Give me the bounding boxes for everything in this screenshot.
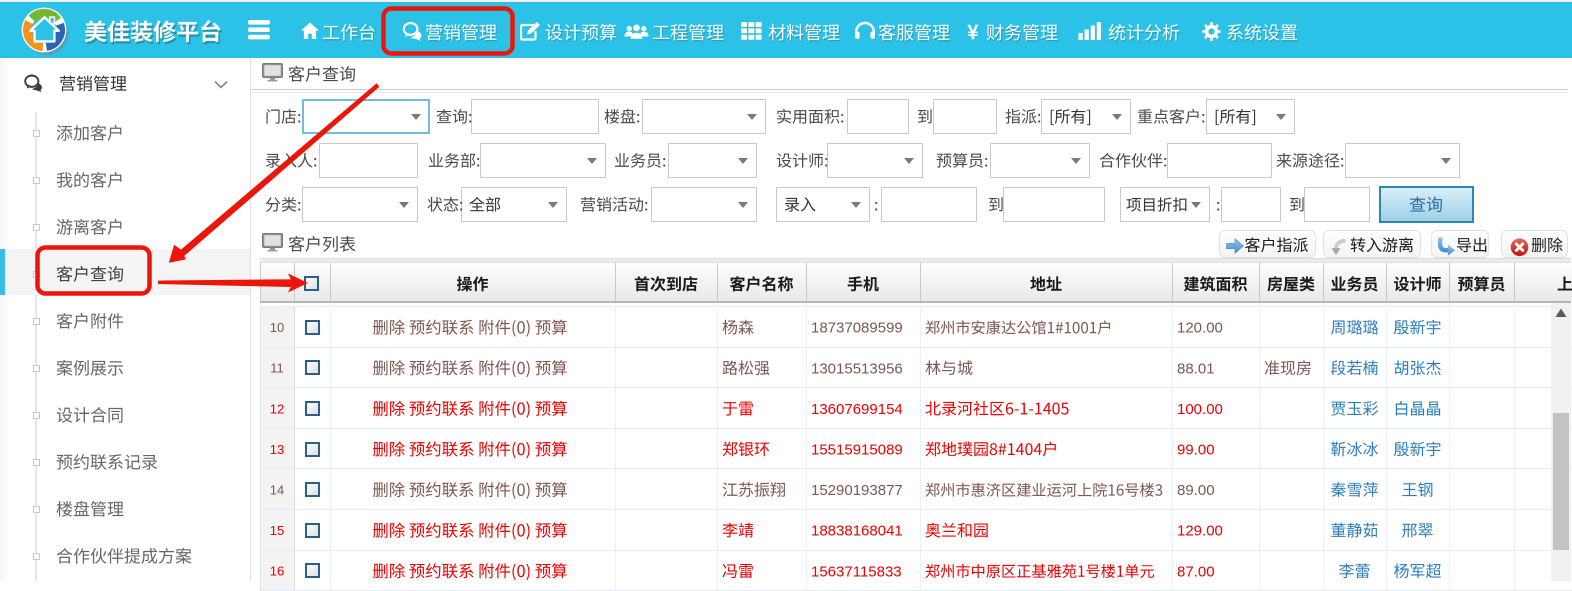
- svg-text:18737089599: 18737089599: [811, 320, 903, 337]
- svg-text:10: 10: [270, 320, 284, 335]
- svg-text:18838168041: 18838168041: [811, 523, 903, 540]
- svg-text:99.00: 99.00: [1177, 442, 1215, 459]
- svg-text:89.00: 89.00: [1177, 482, 1215, 499]
- svg-text:16: 16: [270, 564, 284, 579]
- svg-text:11: 11: [270, 361, 284, 376]
- svg-text:14: 14: [270, 483, 284, 498]
- svg-text:120.00: 120.00: [1177, 320, 1223, 337]
- svg-text:129.00: 129.00: [1177, 523, 1223, 540]
- svg-text:13607699154: 13607699154: [811, 401, 903, 418]
- svg-text:13015513956: 13015513956: [811, 360, 903, 377]
- svg-text:88.01: 88.01: [1177, 360, 1215, 377]
- svg-text:87.00: 87.00: [1177, 563, 1215, 580]
- svg-text:15637115833: 15637115833: [811, 563, 902, 580]
- svg-text:100.00: 100.00: [1177, 401, 1223, 418]
- svg-text:13: 13: [270, 442, 284, 457]
- svg-text:12: 12: [270, 401, 284, 416]
- svg-text:15: 15: [270, 523, 284, 538]
- svg-text:15515915089: 15515915089: [811, 442, 903, 459]
- svg-text:15290193877: 15290193877: [811, 482, 903, 499]
